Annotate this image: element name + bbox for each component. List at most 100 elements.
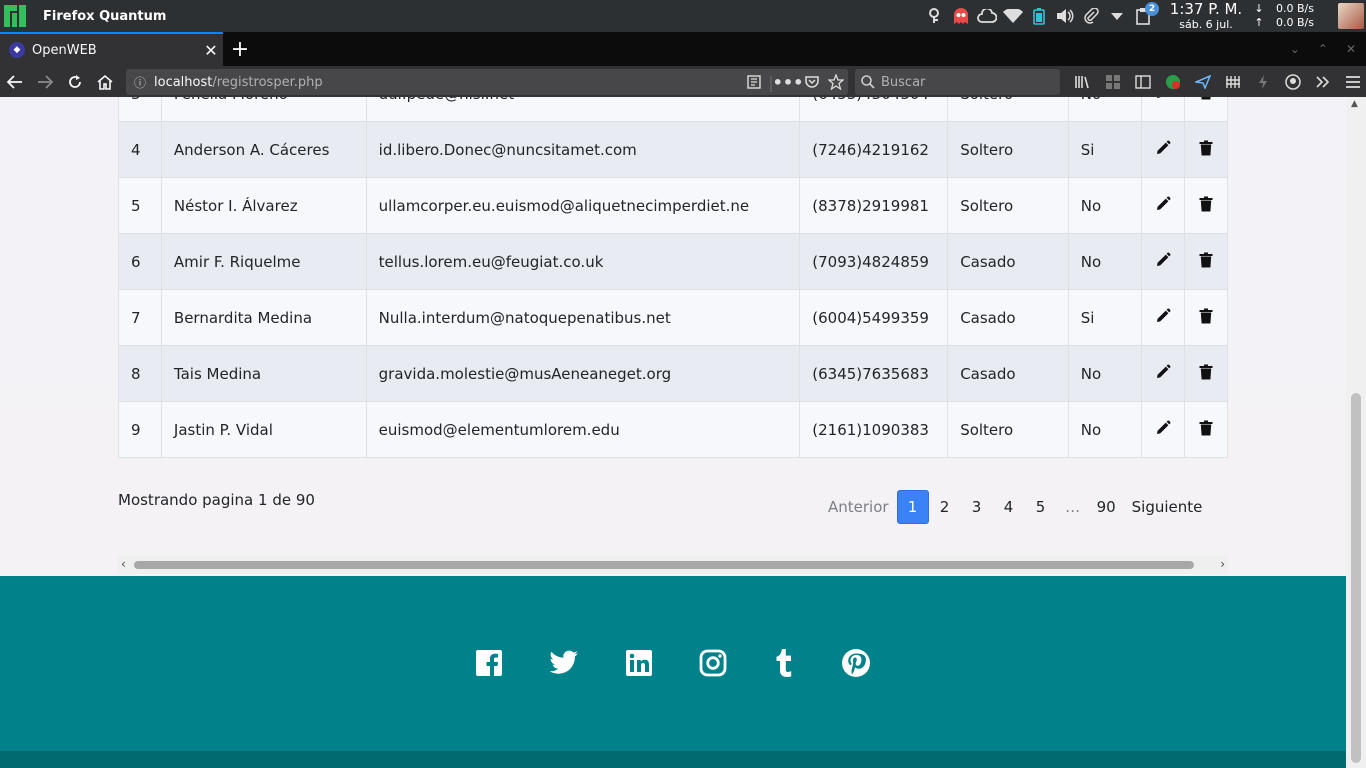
search-input[interactable] [881, 74, 1051, 90]
footer-bottom-band [0, 751, 1346, 768]
pagination: Anterior 1 2 3 4 5 … 90 Siguiente [820, 490, 1210, 524]
close-tab-icon[interactable]: ✕ [199, 41, 223, 60]
scroll-left-arrow-icon[interactable]: ‹ [121, 557, 126, 571]
hamburger-menu-icon[interactable] [1338, 66, 1366, 97]
pagination-page-last[interactable]: 90 [1089, 490, 1124, 524]
cell-email: gravida.molestie@musAeneaneget.org [365, 345, 801, 402]
cell-status: Soltero [947, 97, 1069, 122]
chevron-up-icon[interactable]: ⌃ [1318, 42, 1328, 56]
linkedin-icon[interactable] [624, 648, 654, 678]
cell-edit [1141, 121, 1186, 178]
user-avatar[interactable] [1338, 3, 1364, 29]
ghost-icon[interactable] [948, 0, 974, 32]
cell-delete [1184, 177, 1228, 234]
paperclip-icon[interactable] [1078, 0, 1104, 32]
key-icon[interactable] [922, 0, 948, 32]
net-up-speed: 0.0 B/s [1276, 16, 1314, 29]
chevron-down-icon[interactable]: ⌄ [1290, 42, 1300, 56]
search-bar[interactable] [855, 69, 1060, 95]
delete-trash-icon[interactable] [1199, 420, 1213, 436]
cell-name: Amir F. Riquelme [160, 233, 367, 290]
edit-pencil-icon[interactable] [1155, 252, 1171, 268]
pagination-page-5[interactable]: 5 [1025, 490, 1057, 524]
delete-trash-icon[interactable] [1199, 252, 1213, 268]
edit-pencil-icon[interactable] [1155, 196, 1171, 212]
grid-icon[interactable] [1218, 66, 1248, 97]
delete-trash-icon[interactable] [1199, 140, 1213, 156]
close-window-icon[interactable]: ✕ [1346, 42, 1356, 56]
tab-title: OpenWEB [32, 42, 97, 58]
url-text[interactable]: localhost/registrosper.php [154, 75, 742, 90]
edit-pencil-icon[interactable] [1155, 140, 1171, 156]
clipboard-icon[interactable]: 2 [1130, 0, 1159, 32]
table-row: 7 Bernardita Medina Nulla.interdum@natoque… [118, 289, 1228, 346]
cell-delete [1184, 97, 1228, 122]
edit-pencil-icon[interactable] [1155, 308, 1171, 324]
cell-delete [1184, 289, 1228, 346]
chevron-down-icon[interactable] [1104, 0, 1130, 32]
instagram-icon[interactable] [698, 648, 728, 678]
scroll-right-arrow-icon[interactable]: › [1220, 557, 1225, 571]
pinterest-icon[interactable] [841, 648, 871, 678]
scrollbar-thumb[interactable] [134, 561, 1194, 569]
table-horizontal-scrollbar[interactable]: ‹ › [118, 556, 1228, 574]
cell-phone: (7093)4824859 [799, 233, 949, 290]
manjaro-logo-icon[interactable] [0, 0, 30, 32]
active-app-name[interactable]: Firefox Quantum [43, 9, 166, 24]
table-row: 6 Amir F. Riquelme tellus.lorem.eu@feugiat… [118, 233, 1228, 290]
twitter-icon[interactable] [549, 648, 579, 678]
cell-delete [1184, 121, 1228, 178]
pagination-page-1[interactable]: 1 [896, 490, 929, 524]
bookmark-star-icon[interactable] [824, 69, 848, 95]
reload-button[interactable] [60, 66, 90, 97]
tumblr-icon[interactable] [769, 648, 799, 678]
new-tab-button[interactable]: + [228, 32, 252, 66]
forward-button[interactable] [30, 66, 60, 97]
toolbar-icons [1068, 66, 1366, 97]
edit-pencil-icon[interactable] [1155, 97, 1171, 100]
extension-puzzle-icon[interactable] [1098, 66, 1128, 97]
page-vertical-scrollbar[interactable]: ▲ [1346, 97, 1366, 768]
url-bar[interactable]: ⓘ localhost/registrosper.php | ••• [126, 69, 848, 95]
page-actions-icon[interactable]: ••• [773, 69, 804, 95]
delete-trash-icon[interactable] [1199, 196, 1213, 212]
pagination-page-3[interactable]: 3 [961, 490, 993, 524]
pagination-page-4[interactable]: 4 [993, 490, 1025, 524]
edit-pencil-icon[interactable] [1155, 364, 1171, 380]
overflow-menu-icon[interactable] [1308, 66, 1338, 97]
url-path: /registrosper.php [212, 74, 323, 90]
account-icon[interactable] [1278, 66, 1308, 97]
page-viewport: 3Fenella Morenodui.pede@nisi.net(6453)43… [0, 97, 1346, 768]
records-table: 3Fenella Morenodui.pede@nisi.net(6453)43… [118, 97, 1228, 458]
scroll-up-arrow-icon[interactable]: ▲ [1351, 99, 1358, 109]
cloud-icon[interactable] [974, 0, 1000, 32]
site-info-icon[interactable]: ⓘ [126, 74, 154, 91]
url-host: localhost [154, 74, 213, 90]
delete-trash-icon[interactable] [1199, 308, 1213, 324]
back-button[interactable] [0, 66, 30, 97]
facebook-icon[interactable] [474, 648, 504, 678]
battery-icon[interactable] [1026, 0, 1052, 32]
tab-openweb[interactable]: ◆ OpenWEB ✕ [0, 32, 223, 66]
cell-flag: No [1067, 233, 1143, 290]
lightning-icon[interactable] [1248, 66, 1278, 97]
pagination-prev[interactable]: Anterior [820, 490, 897, 524]
library-icon[interactable] [1068, 66, 1098, 97]
blocker-icon[interactable] [1158, 66, 1188, 97]
reader-view-icon[interactable] [742, 69, 766, 95]
pagination-page-2[interactable]: 2 [929, 490, 961, 524]
wifi-icon[interactable] [1000, 0, 1026, 32]
scrollbar-thumb[interactable] [1351, 393, 1361, 763]
clock[interactable]: 1:37 P. M. sáb. 6 jul. [1166, 0, 1246, 32]
cell-email: dui.pede@nisi.net [365, 97, 801, 122]
volume-icon[interactable] [1052, 0, 1078, 32]
sidebar-icon[interactable] [1128, 66, 1158, 97]
pocket-icon[interactable] [800, 69, 824, 95]
delete-trash-icon[interactable] [1199, 364, 1213, 380]
delete-trash-icon[interactable] [1199, 97, 1213, 100]
pagination-next[interactable]: Siguiente [1124, 490, 1211, 524]
home-button[interactable] [90, 66, 120, 97]
records-table-body: 3Fenella Morenodui.pede@nisi.net(6453)43… [118, 97, 1228, 458]
send-icon[interactable] [1188, 66, 1218, 97]
edit-pencil-icon[interactable] [1155, 420, 1171, 436]
